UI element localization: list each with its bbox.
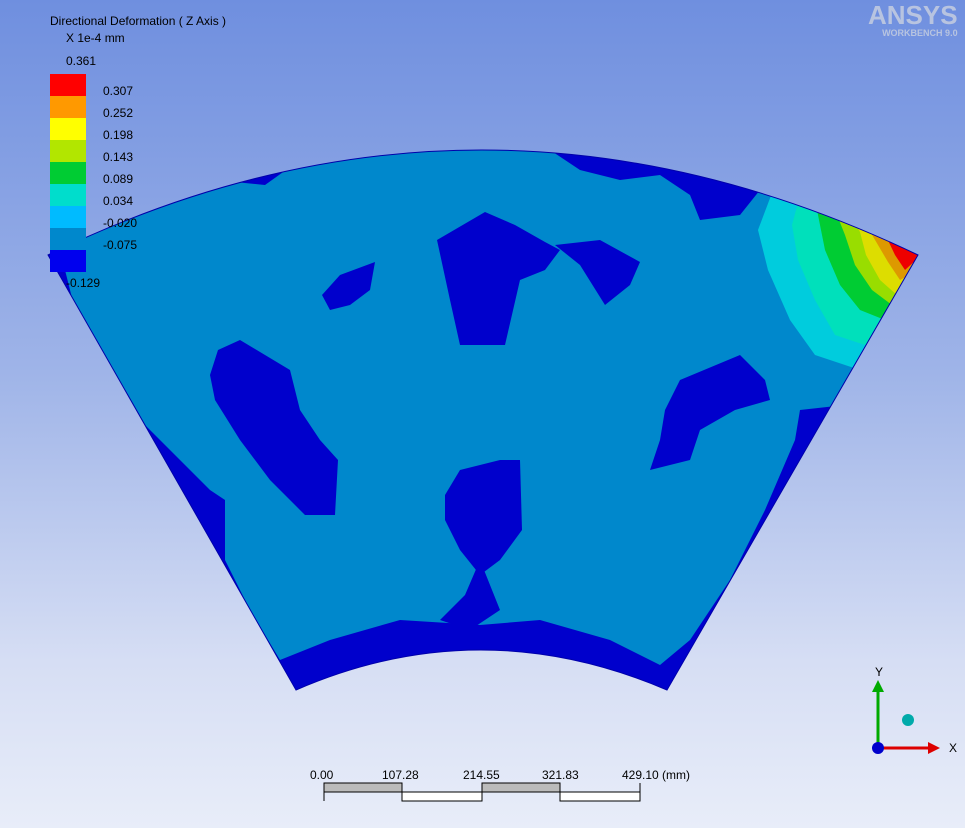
legend-swatch [50,162,86,184]
scale-label: 321.83 [542,768,579,782]
y-axis-arrowhead [872,680,884,692]
legend-title: Directional Deformation ( Z Axis ) [50,14,227,28]
legend-swatch [50,74,86,96]
legend-value: 0.034 [103,194,134,208]
ansys-logo: ANSYS WORKBENCH 9.0 [868,2,958,38]
x-axis-label: X [949,741,957,755]
contour-model[interactable] [0,0,965,828]
legend-value: 0.252 [103,106,134,120]
logo-name: ANSYS [868,0,958,30]
scale-label: 107.28 [382,768,419,782]
legend-value: 0.307 [103,84,134,98]
legend-value: 0.198 [103,128,134,142]
x-axis-arrowhead [928,742,940,754]
logo-product: WORKBENCH 9.0 [882,28,958,38]
legend-value: -0.075 [103,238,138,252]
legend-swatch [50,118,86,140]
legend-swatch [50,250,86,272]
scale-label: 0.00 [310,768,334,782]
iso-view-ball[interactable] [902,714,914,726]
legend-swatch [50,96,86,118]
scale-label: 214.55 [463,768,500,782]
legend-swatch [50,184,86,206]
legend-max: 0.361 [66,54,97,68]
scale-bar [323,782,641,802]
axis-triad[interactable]: Y X [850,660,960,770]
scale-label: 429.10 (mm) [622,768,691,782]
legend-value: 0.089 [103,172,134,186]
legend-value: 0.143 [103,150,134,164]
legend-swatch [50,228,86,250]
legend-swatch [50,140,86,162]
legend-units: X 1e-4 mm [66,31,125,45]
legend-min: -0.129 [66,276,101,290]
y-axis-label: Y [875,665,883,679]
legend-value: -0.020 [103,216,138,230]
legend-swatch [50,206,86,228]
graphics-viewport[interactable]: Directional Deformation ( Z Axis ) X 1e-… [0,0,965,828]
triad-origin [872,742,884,754]
